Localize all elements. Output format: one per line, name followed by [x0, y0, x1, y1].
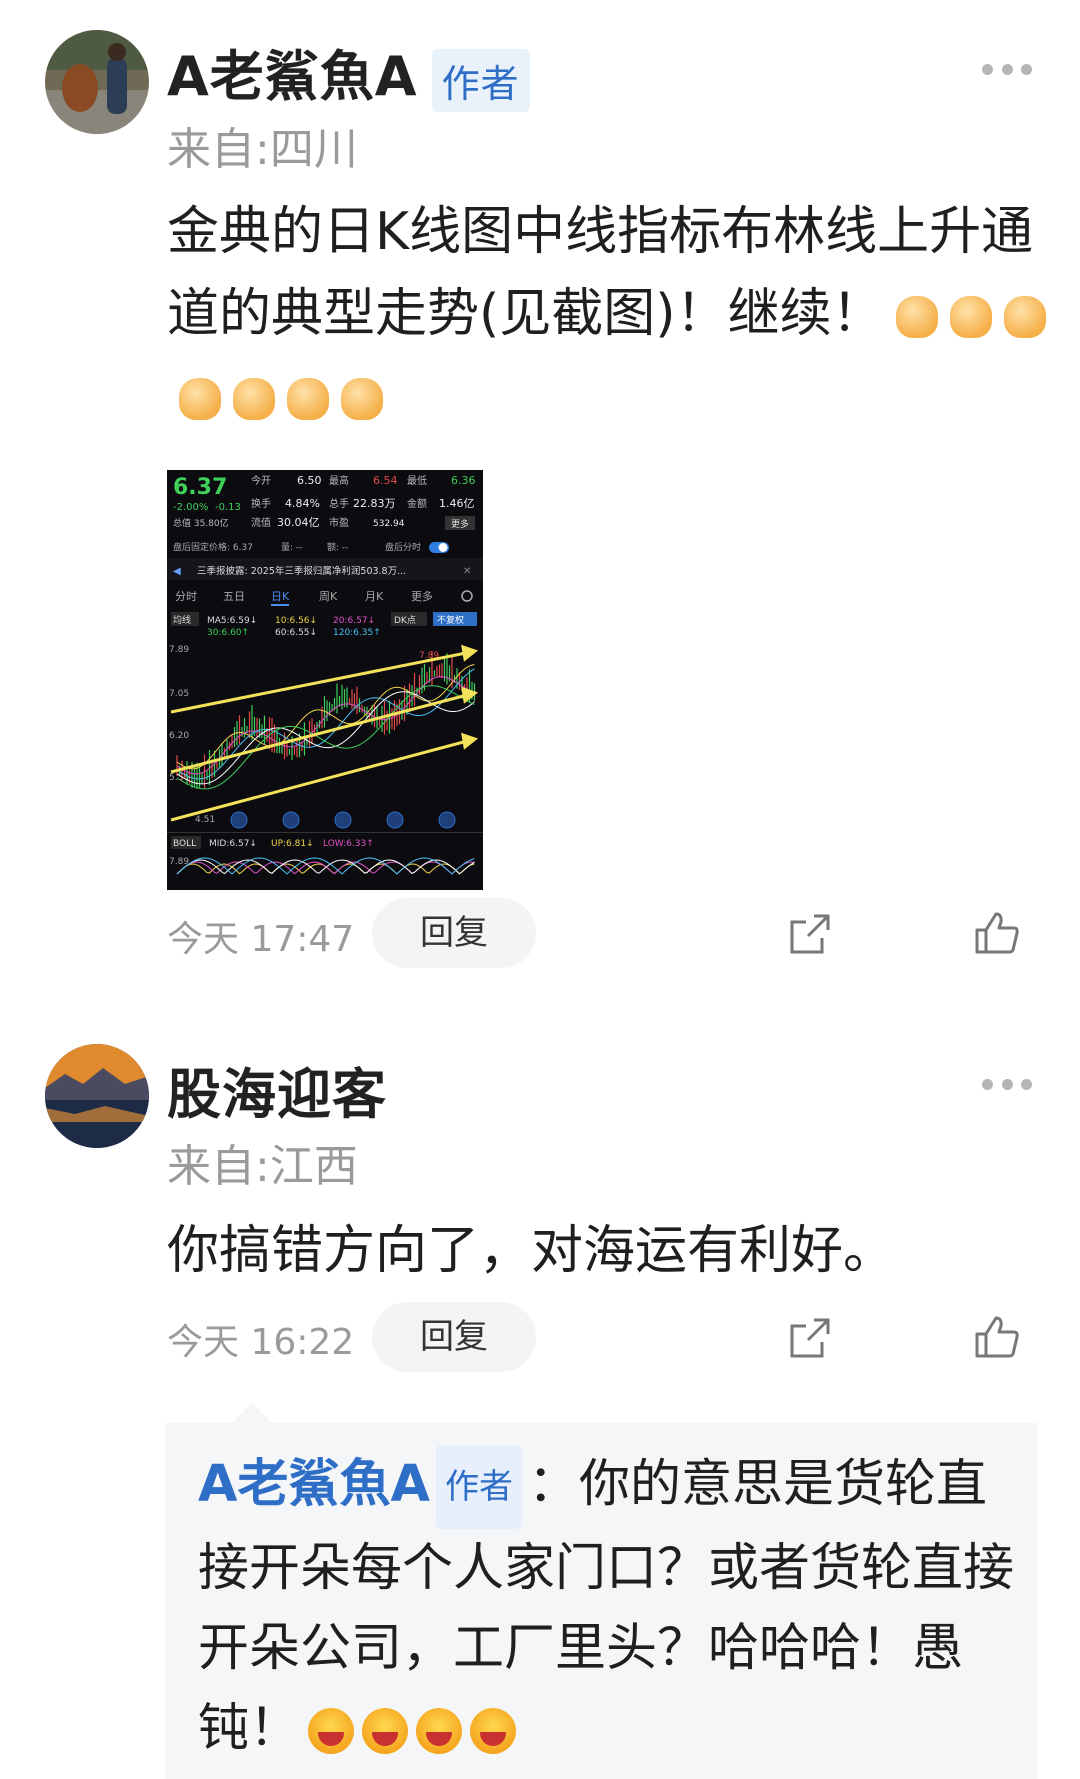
- attachment-image[interactable]: 6.37 今开 6.50 最高 6.54 最低 6.36 -2.00% -0.1…: [167, 470, 483, 890]
- comment-text: 金典的日K线图中线指标布林线上升通道的典型走势(见截图)！继续！: [167, 191, 1047, 437]
- svg-text:1.46亿: 1.46亿: [439, 497, 475, 510]
- username[interactable]: 股海迎客: [167, 1050, 387, 1129]
- svg-text:30.04亿: 30.04亿: [277, 516, 320, 529]
- sub-reply-text: A老鯊魚A 作者 ：你的意思是货轮直接开朵每个人家门口？或者货轮直接开朵公司，工厂里…: [198, 1445, 1018, 1769]
- svg-text:更多: 更多: [411, 589, 433, 603]
- svg-text:-0.13: -0.13: [215, 502, 241, 513]
- svg-text:6.50: 6.50: [297, 474, 322, 487]
- author-badge: 作者: [435, 1445, 522, 1529]
- svg-text:均线: 均线: [173, 614, 191, 626]
- svg-text:盘后分时: 盘后分时: [385, 541, 421, 553]
- comment-time: 今天 17:47: [167, 919, 355, 960]
- svg-text:120:6.35↑: 120:6.35↑: [333, 628, 381, 638]
- svg-text:金额: 金额: [407, 497, 427, 510]
- svg-text:4.84%: 4.84%: [285, 497, 320, 510]
- svg-text:BOLL: BOLL: [173, 839, 196, 849]
- avatar[interactable]: [45, 30, 149, 134]
- svg-text:20:6.57↓: 20:6.57↓: [333, 616, 375, 626]
- svg-text:换手: 换手: [251, 497, 271, 510]
- reply-pointer: [230, 1403, 274, 1425]
- author-badge: 作者: [431, 48, 530, 112]
- svg-text:今开: 今开: [251, 474, 271, 487]
- svg-text:量: --: 量: --: [281, 542, 302, 553]
- svg-text:分时: 分时: [175, 590, 197, 603]
- svg-text:五日: 五日: [223, 590, 245, 603]
- avatar-image: [45, 30, 149, 134]
- svg-text:LOW:6.33↑: LOW:6.33↑: [323, 839, 374, 849]
- location-label: 来自:江西: [167, 1141, 358, 1192]
- svg-text:7.05: 7.05: [169, 689, 189, 699]
- sub-reply-username[interactable]: A老鯊魚A: [198, 1455, 430, 1514]
- svg-text:最低: 最低: [407, 474, 427, 487]
- more-options-icon[interactable]: [982, 62, 1032, 76]
- svg-text:总手: 总手: [329, 497, 349, 510]
- svg-text:6.54: 6.54: [373, 474, 398, 487]
- svg-text:额: --: 额: --: [327, 541, 348, 553]
- svg-text:三季报披露: 2025年三季报归属净利润503.8万...: 三季报披露: 2025年三季报归属净利润503.8万...: [197, 565, 406, 577]
- svg-text:4.51: 4.51: [195, 815, 215, 825]
- svg-text:DK点: DK点: [394, 615, 416, 626]
- svg-text:6.20: 6.20: [169, 731, 189, 741]
- avatar[interactable]: [45, 1044, 149, 1148]
- username-text: A老鯊魚A: [167, 45, 418, 108]
- svg-text:流值: 流值: [251, 516, 271, 529]
- svg-text:盘后固定价格: 6.37: 盘后固定价格: 6.37: [173, 541, 253, 553]
- svg-text:MID:6.57↓: MID:6.57↓: [209, 839, 257, 849]
- svg-text:最高: 最高: [329, 474, 349, 487]
- like-icon[interactable]: [974, 1314, 1019, 1358]
- svg-text:✕: ✕: [463, 566, 471, 577]
- svg-text:7.89: 7.89: [169, 645, 189, 655]
- svg-text:22.83万: 22.83万: [353, 497, 396, 510]
- laugh-emoji-icon: [300, 1699, 517, 1758]
- avatar-image: [45, 1044, 149, 1148]
- reply-button[interactable]: 回复: [372, 1302, 536, 1372]
- svg-text:532.94: 532.94: [373, 519, 405, 529]
- more-options-icon[interactable]: [982, 1077, 1032, 1091]
- username[interactable]: A老鯊魚A 作者: [167, 32, 530, 112]
- comment-text: 你搞错方向了，对海运有利好。: [167, 1221, 896, 1281]
- svg-text:不复权: 不复权: [437, 614, 464, 626]
- share-icon[interactable]: [788, 1316, 832, 1360]
- svg-text:MA5:6.59↓: MA5:6.59↓: [207, 616, 257, 626]
- svg-text:-2.00%: -2.00%: [173, 502, 208, 513]
- svg-text:◀: ◀: [173, 566, 181, 577]
- svg-text:30:6.60↑: 30:6.60↑: [207, 628, 249, 638]
- svg-text:月K: 月K: [365, 590, 384, 603]
- svg-text:60:6.55↓: 60:6.55↓: [275, 628, 317, 638]
- svg-text:6.36: 6.36: [451, 474, 476, 487]
- svg-text:更多: 更多: [451, 518, 469, 530]
- svg-text:日K: 日K: [271, 590, 290, 603]
- location-label: 来自:四川: [167, 124, 358, 175]
- svg-text:市盈: 市盈: [329, 516, 349, 529]
- share-icon[interactable]: [788, 912, 832, 956]
- svg-text:UP:6.81↓: UP:6.81↓: [271, 839, 314, 849]
- like-icon[interactable]: [974, 910, 1019, 954]
- comment-time: 今天 16:22: [167, 1322, 355, 1363]
- reply-button[interactable]: 回复: [372, 898, 536, 968]
- svg-text:周K: 周K: [319, 590, 338, 603]
- svg-text:10:6.56↓: 10:6.56↓: [275, 616, 317, 626]
- svg-text:总值 35.80亿: 总值 35.80亿: [173, 517, 229, 529]
- price-value: 6.37: [173, 475, 227, 500]
